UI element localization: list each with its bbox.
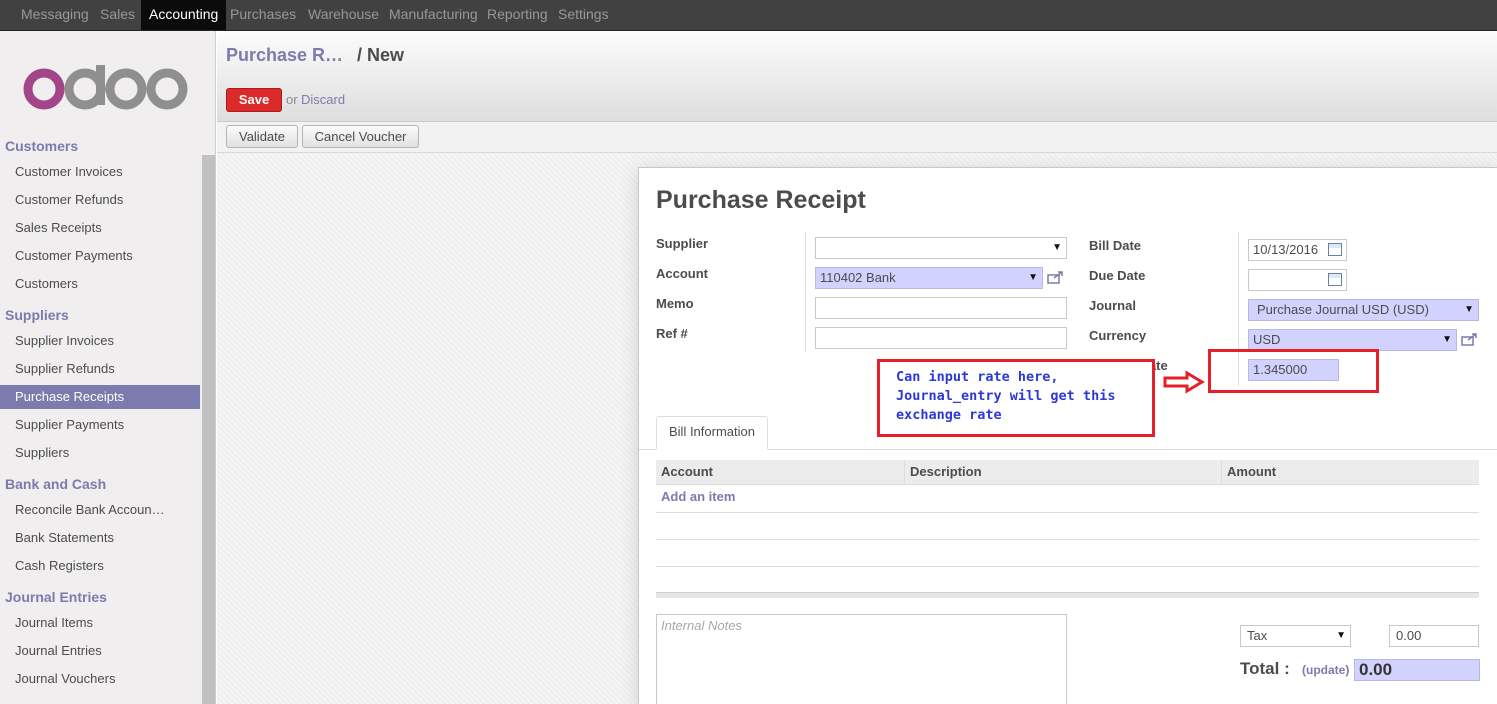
sidebar-item-customer-invoices[interactable]: Customer Invoices: [0, 160, 200, 184]
sidebar-item-customers[interactable]: Customers: [0, 272, 200, 296]
sidebar-item-supplier-refunds[interactable]: Supplier Refunds: [0, 357, 200, 381]
sidebar-section-suppliers: Suppliers: [5, 307, 69, 323]
breadcrumb-current: / New: [357, 45, 405, 65]
supplier-label: Supplier: [656, 236, 709, 251]
menu-reporting[interactable]: Reporting: [479, 0, 556, 30]
menu-accounting[interactable]: Accounting: [141, 0, 227, 30]
menu-settings[interactable]: Settings: [550, 0, 617, 30]
calendar-icon[interactable]: [1328, 273, 1342, 286]
calendar-icon[interactable]: [1328, 243, 1342, 256]
external-link-icon[interactable]: [1047, 270, 1065, 284]
menu-messaging[interactable]: Messaging: [13, 0, 97, 30]
annotation-line-1: Can input rate here,: [896, 369, 1059, 385]
status-bar: Validate Cancel Voucher: [217, 122, 1497, 153]
total-label: Total :: [1240, 659, 1290, 678]
sidebar-item-suppliers[interactable]: Suppliers: [0, 441, 200, 465]
sidebar-item-purchase-receipts[interactable]: Purchase Receipts: [0, 385, 200, 409]
sidebar-scrollbar[interactable]: [202, 155, 215, 704]
memo-input[interactable]: [815, 297, 1067, 319]
column-account[interactable]: Account: [656, 460, 905, 485]
bill-date-input[interactable]: 10/13/2016: [1248, 239, 1347, 261]
sidebar-section-bank-and-cash: Bank and Cash: [5, 476, 107, 492]
total-value: 0.00: [1354, 659, 1480, 681]
save-button[interactable]: Save: [226, 88, 282, 112]
sidebar-item-bank-statements[interactable]: Bank Statements: [0, 526, 200, 550]
column-amount[interactable]: Amount: [1222, 460, 1479, 485]
menu-manufacturing[interactable]: Manufacturing: [381, 0, 486, 30]
table-row: [656, 566, 1479, 567]
column-description[interactable]: Description: [905, 460, 1222, 485]
table-footer: [656, 592, 1479, 598]
sidebar-item-journal-entries[interactable]: Journal Entries: [0, 639, 200, 663]
currency-value: USD: [1253, 332, 1281, 347]
sidebar-section-customers: Customers: [5, 138, 79, 154]
bill-date-value: 10/13/2016: [1253, 242, 1319, 257]
bill-date-label: Bill Date: [1089, 238, 1142, 253]
annotation-text: Can input rate here, Journal_entry will …: [896, 368, 1156, 425]
internal-notes-textarea[interactable]: Internal Notes: [656, 614, 1067, 704]
add-item-link[interactable]: Add an item: [661, 489, 735, 504]
sidebar-item-supplier-invoices[interactable]: Supplier Invoices: [0, 329, 200, 353]
menu-sales[interactable]: Sales: [92, 0, 143, 30]
due-date-input[interactable]: [1248, 269, 1347, 291]
update-link[interactable]: (update): [1302, 663, 1349, 677]
menu-purchases[interactable]: Purchases: [222, 0, 304, 30]
tax-amount-input[interactable]: 0.00: [1389, 625, 1479, 647]
sidebar-item-supplier-payments[interactable]: Supplier Payments: [0, 413, 200, 437]
dropdown-caret-icon: ▼: [1464, 304, 1474, 315]
supplier-select[interactable]: ▼: [815, 237, 1067, 259]
annotation-line-3: exchange rate: [896, 407, 1002, 423]
due-date-label: Due Date: [1089, 268, 1146, 283]
external-link-icon[interactable]: [1461, 332, 1479, 346]
right-arrow-icon: [1163, 370, 1205, 394]
dropdown-caret-icon: ▼: [1442, 334, 1452, 345]
tax-select-value: Tax: [1247, 628, 1268, 643]
memo-label: Memo: [656, 296, 694, 311]
top-menu-bar: Messaging Sales Accounting Purchases War…: [0, 0, 1497, 31]
sidebar-item-customer-refunds[interactable]: Customer Refunds: [0, 188, 200, 212]
validate-button[interactable]: Validate: [226, 125, 298, 148]
tax-select[interactable]: Tax ▼: [1240, 625, 1351, 647]
table-row: [656, 539, 1479, 540]
annotation-line-2: Journal_entry will get this: [896, 388, 1116, 404]
sidebar-item-journal-items[interactable]: Journal Items: [0, 611, 200, 635]
rate-highlight-box: [1208, 349, 1379, 393]
view-header: Purchase R… / New Save or Discard: [217, 31, 1497, 122]
ref-label: Ref #: [656, 326, 688, 341]
or-text: or: [286, 92, 298, 107]
breadcrumb-parent[interactable]: Purchase R…: [226, 45, 343, 66]
dropdown-caret-icon: ▼: [1028, 272, 1038, 283]
odoo-logo[interactable]: [22, 65, 192, 111]
currency-label: Currency: [1089, 328, 1147, 343]
annotation-callout: Can input rate here, Journal_entry will …: [877, 359, 1155, 437]
account-value: 110402 Bank: [820, 270, 896, 285]
cancel-voucher-button[interactable]: Cancel Voucher: [302, 125, 419, 148]
left-divider: [805, 232, 806, 352]
sidebar: Customers Customer Invoices Customer Ref…: [0, 31, 216, 704]
dropdown-caret-icon: ▼: [1052, 242, 1062, 253]
account-label: Account: [656, 266, 708, 281]
account-select[interactable]: 110402 Bank ▼: [815, 267, 1043, 289]
discard-link[interactable]: Discard: [301, 92, 345, 107]
lines-table-header: Account Description Amount: [656, 460, 1479, 485]
sidebar-item-reconcile-bank[interactable]: Reconcile Bank Accoun…: [0, 498, 200, 522]
sidebar-item-cash-registers[interactable]: Cash Registers: [0, 554, 200, 578]
sidebar-item-journal-vouchers[interactable]: Journal Vouchers: [0, 667, 200, 691]
journal-label: Journal: [1089, 298, 1136, 313]
sidebar-item-sales-receipts[interactable]: Sales Receipts: [0, 216, 200, 240]
journal-select[interactable]: Purchase Journal USD (USD) ▼: [1248, 299, 1479, 321]
table-row: [656, 512, 1479, 513]
dropdown-caret-icon: ▼: [1336, 630, 1346, 641]
menu-warehouse[interactable]: Warehouse: [300, 0, 387, 30]
form-title: Purchase Receipt: [656, 186, 866, 214]
journal-value: Purchase Journal USD (USD): [1257, 302, 1429, 317]
odoo-logo-graphic: [23, 65, 188, 110]
currency-select[interactable]: USD ▼: [1248, 329, 1457, 351]
sidebar-item-customer-payments[interactable]: Customer Payments: [0, 244, 200, 268]
ref-input[interactable]: [815, 327, 1067, 349]
sidebar-section-journal-entries: Journal Entries: [5, 589, 107, 605]
tab-bill-information[interactable]: Bill Information: [656, 416, 768, 450]
